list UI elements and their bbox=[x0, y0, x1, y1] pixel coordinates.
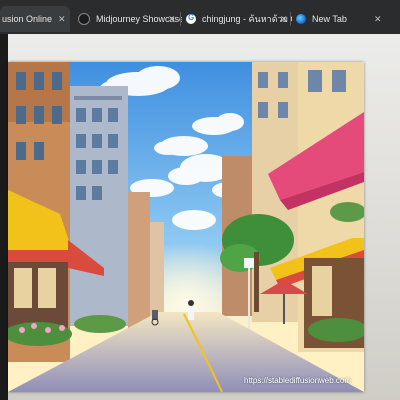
edge-icon bbox=[296, 14, 306, 24]
google-icon bbox=[186, 13, 196, 24]
tab-divider bbox=[290, 12, 291, 26]
tab-title: chingjung - ค้นหาด้วย Google bbox=[202, 14, 292, 24]
tab-title: usion Online bbox=[2, 14, 53, 24]
tab-title: New Tab bbox=[312, 14, 347, 24]
tab-google-search[interactable]: chingjung - ค้นหาด้วย Google bbox=[184, 6, 292, 32]
watermark-url[interactable]: https://stablediffusionweb.com bbox=[244, 376, 351, 385]
close-tab-icon[interactable]: ✕ bbox=[374, 14, 382, 25]
close-tab-icon[interactable]: ✕ bbox=[58, 14, 66, 25]
tab-new-tab[interactable]: New Tab bbox=[294, 6, 386, 32]
tab-divider bbox=[180, 12, 181, 26]
generated-image[interactable] bbox=[8, 62, 364, 392]
monitor-bezel bbox=[0, 34, 8, 400]
street-scene-illustration bbox=[8, 62, 364, 392]
tab-midjourney-showcase[interactable]: Midjourney Showcase bbox=[74, 6, 182, 32]
midjourney-icon bbox=[78, 13, 90, 25]
browser-tab-strip: usion Online ✕ Midjourney Showcase ✕ chi… bbox=[0, 0, 400, 34]
close-tab-icon[interactable]: ✕ bbox=[280, 14, 288, 25]
close-tab-icon[interactable]: ✕ bbox=[168, 14, 176, 25]
